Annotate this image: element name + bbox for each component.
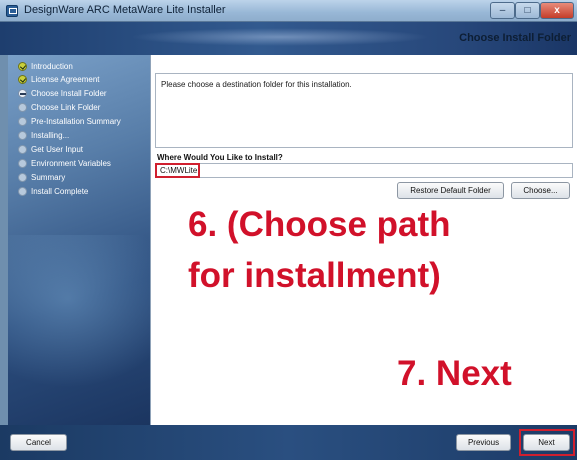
title-bar: DesignWare ARC MetaWare Lite Installer –…: [0, 0, 577, 22]
install-location-label: Where Would You Like to Install?: [157, 153, 283, 162]
step-label: Choose Install Folder: [31, 89, 107, 98]
step-label: Summary: [31, 173, 66, 182]
previous-button[interactable]: Previous: [456, 434, 511, 451]
description-box: Please choose a destination folder for t…: [155, 73, 573, 148]
pending-step-icon: [18, 131, 27, 140]
pending-step-icon: [18, 187, 27, 196]
step-get-user-input: Get User Input: [18, 143, 83, 156]
step-label: Install Complete: [31, 187, 89, 196]
step-installing: Installing...: [18, 129, 69, 142]
choose-folder-button[interactable]: Choose...: [511, 182, 570, 199]
current-step-title: Choose Install Folder: [459, 32, 571, 44]
step-license-agreement: License Agreement: [18, 73, 100, 86]
pending-step-icon: [18, 159, 27, 168]
header-banner: Choose Install Folder: [0, 22, 577, 55]
annotation-choose-path-line2: for installment): [188, 256, 441, 295]
checkmark-icon: [18, 75, 27, 84]
current-step-arrow-icon: [18, 89, 27, 98]
installer-app-icon: [6, 5, 18, 17]
pending-step-icon: [18, 117, 27, 126]
step-choose-install-folder: Choose Install Folder: [18, 87, 107, 100]
step-label: Introduction: [31, 62, 73, 71]
pending-step-icon: [18, 173, 27, 182]
step-label: License Agreement: [31, 75, 100, 84]
minimize-button[interactable]: –: [490, 2, 515, 19]
step-introduction: Introduction: [18, 60, 73, 73]
step-pre-installation-summary: Pre-Installation Summary: [18, 115, 121, 128]
cancel-button[interactable]: Cancel: [10, 434, 67, 451]
pending-step-icon: [18, 145, 27, 154]
next-highlight-box: [519, 429, 575, 456]
annotation-next-step: 7. Next: [397, 354, 512, 393]
steps-sidebar: Introduction License Agreement Choose In…: [8, 55, 150, 425]
step-summary: Summary: [18, 171, 65, 184]
step-label: Get User Input: [31, 145, 84, 154]
install-path-input[interactable]: [155, 163, 573, 178]
window-title: DesignWare ARC MetaWare Lite Installer: [24, 4, 226, 16]
path-highlight-box: [155, 163, 200, 178]
annotation-choose-path-line1: 6. (Choose path: [188, 205, 451, 244]
step-label: Installing...: [31, 131, 70, 140]
pending-step-icon: [18, 103, 27, 112]
step-install-complete: Install Complete: [18, 185, 88, 198]
checkmark-icon: [18, 62, 27, 71]
close-button[interactable]: x: [540, 2, 574, 19]
restore-default-folder-button[interactable]: Restore Default Folder: [397, 182, 504, 199]
maximize-button[interactable]: □: [515, 2, 540, 19]
step-label: Environment Variables: [31, 159, 111, 168]
step-label: Pre-Installation Summary: [31, 117, 121, 126]
footer-bar: Cancel Previous Next: [0, 425, 577, 460]
step-choose-link-folder: Choose Link Folder: [18, 101, 100, 114]
step-environment-variables: Environment Variables: [18, 157, 111, 170]
step-label: Choose Link Folder: [31, 103, 101, 112]
description-text: Please choose a destination folder for t…: [161, 80, 352, 89]
